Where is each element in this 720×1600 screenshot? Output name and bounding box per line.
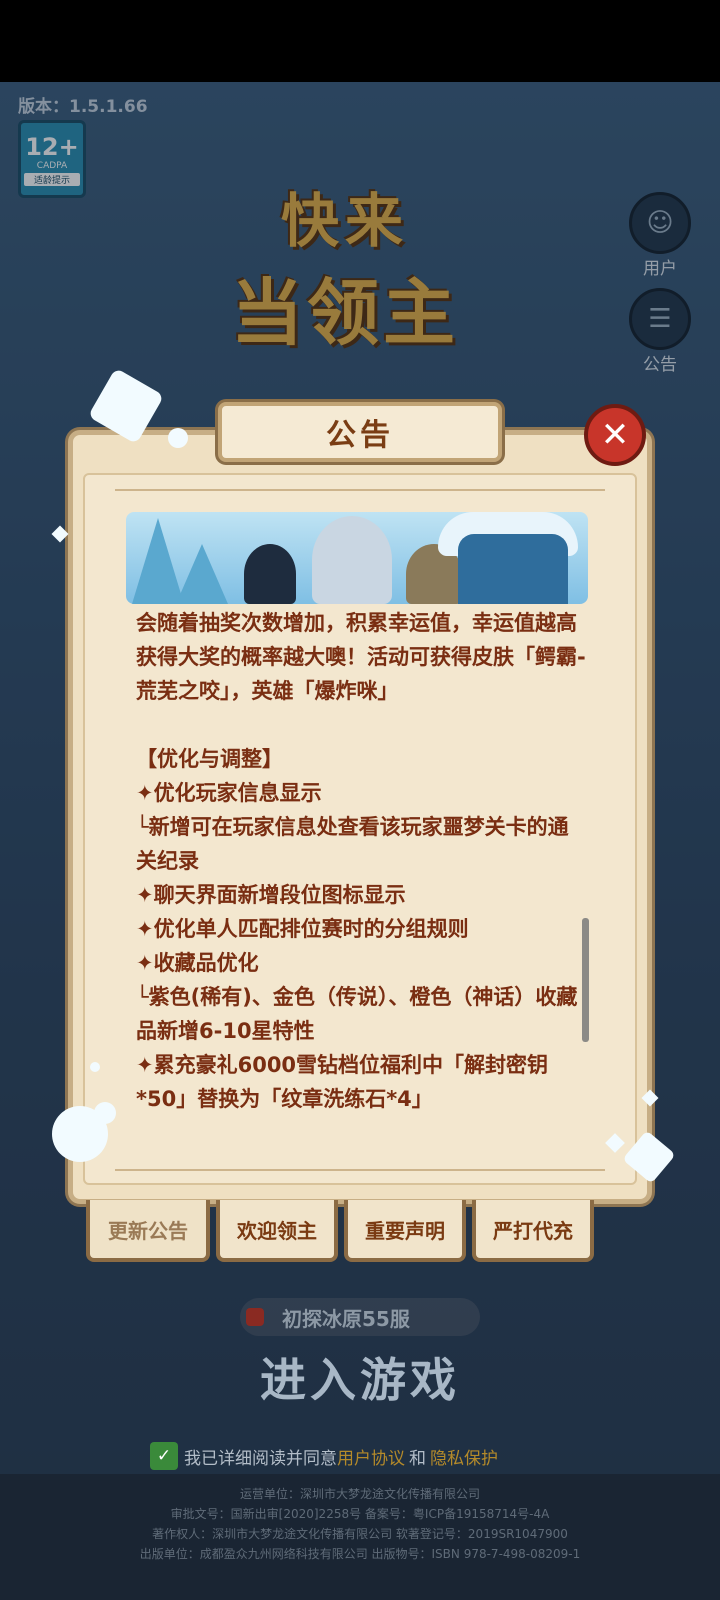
list-item: └新增可在玩家信息处查看该玩家噩梦关卡的通关纪录	[136, 815, 569, 873]
content-scrollbar[interactable]	[582, 918, 589, 1042]
announcement-banner-image	[126, 512, 588, 604]
tab-update-notice[interactable]: 更新公告	[86, 1200, 210, 1262]
footer-line: 运营单位：深圳市大梦龙途文化传播有限公司	[239, 1487, 480, 1501]
footer-line: 出版单位：成都盈众九州网络科技有限公司 出版物号：ISBN 978-7-498-…	[139, 1547, 581, 1561]
list-item: ✦优化单人匹配排位赛时的分组规则	[136, 917, 469, 941]
agreement-row: ✓ 我已详细阅读并同意 用户协议 和 隐私保护	[150, 1442, 498, 1470]
close-icon: ✕	[600, 415, 630, 455]
enter-game-button[interactable]: 进入游戏	[0, 1344, 720, 1410]
list-item: ✦累充豪礼6000雪钻档位福利中「解封密钥*50」替换为「纹章洗练石*4」	[136, 1053, 549, 1111]
list-item: ✦聊天界面新增段位图标显示	[136, 883, 406, 907]
agreement-and: 和	[409, 1448, 426, 1469]
footer-line: 审批文号：国新出审[2020]2258号 备案号：粤ICP备19158714号-…	[170, 1507, 550, 1521]
hut-decoration	[458, 534, 568, 604]
tree-decoration	[176, 544, 228, 604]
server-status-icon	[246, 1308, 264, 1326]
list-item: ✦收藏品优化	[136, 951, 259, 975]
snowflake-decoration	[168, 428, 188, 448]
footer-line: 著作权人：深圳市大梦龙途文化传播有限公司 软著登记号：2019SR1047900	[152, 1527, 568, 1541]
penguin-character	[244, 544, 296, 604]
announcement-content[interactable]: 会随着抽奖次数增加，积累幸运值，幸运值越高获得大奖的概率越大噢！活动可获得皮肤「…	[136, 606, 586, 1126]
list-item: └紫色(稀有)、金色（传说）、橙色（神话）收藏品新增6-10星特性	[136, 985, 578, 1043]
agreement-text: 我已详细阅读并同意	[184, 1448, 337, 1469]
tab-anti-recharge[interactable]: 严打代充	[472, 1200, 594, 1262]
wizard-character	[312, 516, 392, 604]
snowflake-decoration	[90, 1062, 100, 1072]
divider	[115, 1169, 605, 1171]
footer-info: 运营单位：深圳市大梦龙途文化传播有限公司 审批文号：国新出审[2020]2258…	[0, 1474, 720, 1600]
list-item: ✦优化玩家信息显示	[136, 781, 322, 805]
section-heading: 【优化与调整】	[136, 747, 283, 771]
tab-important[interactable]: 重要声明	[344, 1200, 466, 1262]
server-selector[interactable]: 初探冰原55服	[240, 1298, 480, 1336]
snowflake-decoration	[94, 1102, 116, 1124]
privacy-link[interactable]: 隐私保护	[430, 1444, 498, 1469]
content-paragraph: 会随着抽奖次数增加，积累幸运值，幸运值越高获得大奖的概率越大噢！活动可获得皮肤「…	[136, 611, 586, 703]
server-name: 初探冰原55服	[282, 1306, 410, 1331]
close-button[interactable]: ✕	[584, 404, 646, 466]
announcement-title: 公告	[218, 402, 502, 462]
agreement-checkbox[interactable]: ✓	[150, 1442, 178, 1470]
user-agreement-link[interactable]: 用户协议	[337, 1444, 405, 1469]
divider	[115, 489, 605, 491]
tab-welcome[interactable]: 欢迎领主	[216, 1200, 338, 1262]
announcement-tabs: 更新公告 欢迎领主 重要声明 严打代充	[86, 1200, 594, 1262]
